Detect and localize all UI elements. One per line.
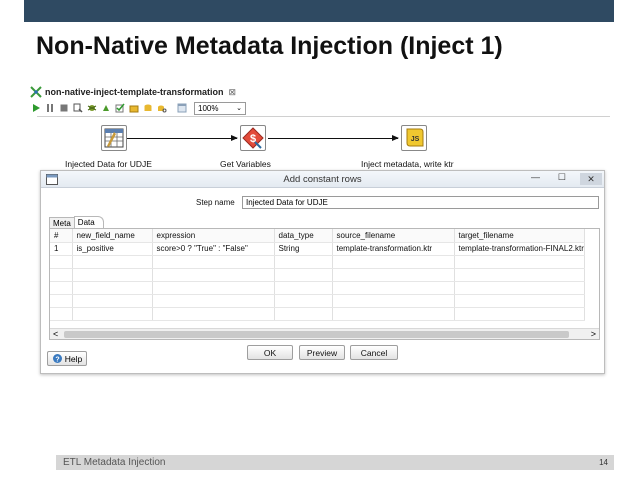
column-header[interactable]: new_field_name <box>72 229 153 243</box>
dialog-title: Add constant rows <box>283 173 362 185</box>
tab-meta[interactable]: Meta <box>49 217 75 228</box>
grid-header-row: # new_field_name expression data_type so… <box>50 229 585 243</box>
cancel-button[interactable]: Cancel <box>350 345 398 360</box>
close-icon[interactable]: ✕ <box>580 173 602 185</box>
preview-button[interactable]: Preview <box>299 345 345 360</box>
dialog-tabs: Meta Data <box>49 216 104 228</box>
step-label: Inject metadata, write ktr <box>361 159 454 169</box>
slide-title: Non-Native Metadata Injection (Inject 1) <box>36 32 503 60</box>
pause-icon[interactable] <box>44 103 55 114</box>
dialog-title-bar[interactable]: Add constant rows — ☐ ✕ <box>41 171 604 188</box>
step-get-variables[interactable]: $ <box>240 125 266 151</box>
table-cell[interactable]: score>0 ? "True" : "False" <box>152 242 275 256</box>
help-icon: ? <box>52 354 62 364</box>
scrollbar-thumb[interactable] <box>64 331 569 338</box>
table-cell[interactable]: String <box>274 242 333 256</box>
zoom-select[interactable]: 100% ⌄ <box>194 101 246 115</box>
chevron-down-icon: ⌄ <box>236 105 242 112</box>
column-header[interactable]: source_filename <box>332 229 455 243</box>
table-row[interactable] <box>50 307 585 321</box>
help-label: Help <box>64 353 83 364</box>
replay-icon[interactable] <box>100 103 111 114</box>
column-header[interactable]: data_type <box>274 229 333 243</box>
data-grid[interactable]: # new_field_name expression data_type so… <box>49 228 600 340</box>
preview-icon[interactable] <box>72 103 83 114</box>
page-number: 14 <box>599 458 608 467</box>
table-cell[interactable]: template-transformation.ktr <box>332 242 455 256</box>
step-inject-metadata[interactable]: JS <box>401 125 427 151</box>
transformation-tab[interactable]: non-native-inject-template-transformatio… <box>30 84 236 100</box>
add-constant-rows-dialog: Add constant rows — ☐ ✕ Step name Inject… <box>40 170 605 374</box>
scroll-right-icon[interactable]: > <box>591 329 596 339</box>
verify-icon[interactable] <box>114 103 125 114</box>
svg-text:?: ? <box>55 357 59 364</box>
hop-arrow[interactable] <box>127 135 238 141</box>
transformation-tab-title: non-native-inject-template-transformatio… <box>45 87 224 97</box>
slide-footer: ETL Metadata Injection 14 <box>56 455 614 470</box>
hop-arrow[interactable] <box>268 135 399 141</box>
close-tab-icon[interactable]: ⊠ <box>229 87 237 98</box>
zoom-value: 100% <box>198 103 219 113</box>
column-header[interactable]: target_filename <box>454 229 585 243</box>
sql-icon[interactable] <box>142 103 153 114</box>
column-header[interactable]: # <box>50 229 73 243</box>
table-row[interactable] <box>50 281 585 295</box>
dollar-icon: $ <box>242 127 264 149</box>
tab-data[interactable]: Data <box>73 216 104 228</box>
table-cell[interactable]: template-transformation-FINAL2.ktr <box>454 242 585 256</box>
step-name-row: Step name Injected Data for UDJE <box>41 196 604 210</box>
table-row[interactable] <box>50 255 585 269</box>
step-name-label: Step name <box>196 198 235 207</box>
table-cell[interactable]: is_positive <box>72 242 153 256</box>
table-row[interactable] <box>50 268 585 282</box>
debug-icon[interactable] <box>86 103 97 114</box>
minimize-icon[interactable]: — <box>531 172 540 182</box>
scroll-left-icon[interactable]: < <box>53 329 58 339</box>
maximize-icon[interactable]: ☐ <box>558 172 566 183</box>
transformation-icon <box>30 86 42 98</box>
step-name-input[interactable]: Injected Data for UDJE <box>242 196 599 209</box>
column-header[interactable]: expression <box>152 229 275 243</box>
help-button[interactable]: ? Help <box>47 351 87 366</box>
script-icon: JS <box>406 128 424 147</box>
stop-icon[interactable] <box>58 103 69 114</box>
impact-icon[interactable] <box>128 103 139 114</box>
table-row[interactable]: 1 is_positive score>0 ? "True" : "False"… <box>50 242 585 256</box>
horizontal-scrollbar[interactable]: < > <box>50 328 599 339</box>
explore-db-icon[interactable] <box>156 103 167 114</box>
dialog-icon <box>46 174 58 185</box>
step-injected-data[interactable] <box>101 125 127 151</box>
show-results-icon[interactable] <box>176 103 187 114</box>
run-icon[interactable] <box>30 103 41 114</box>
slide-top-bar <box>24 0 614 22</box>
toolbar: 100% ⌄ <box>30 100 610 116</box>
table-cell[interactable]: 1 <box>50 242 73 256</box>
step-label: Get Variables <box>220 159 271 169</box>
table-icon <box>104 128 124 148</box>
svg-text:JS: JS <box>411 136 420 143</box>
ok-button[interactable]: OK <box>247 345 293 360</box>
table-row[interactable] <box>50 294 585 308</box>
step-label: Injected Data for UDJE <box>65 159 152 169</box>
footer-text: ETL Metadata Injection <box>63 457 166 468</box>
